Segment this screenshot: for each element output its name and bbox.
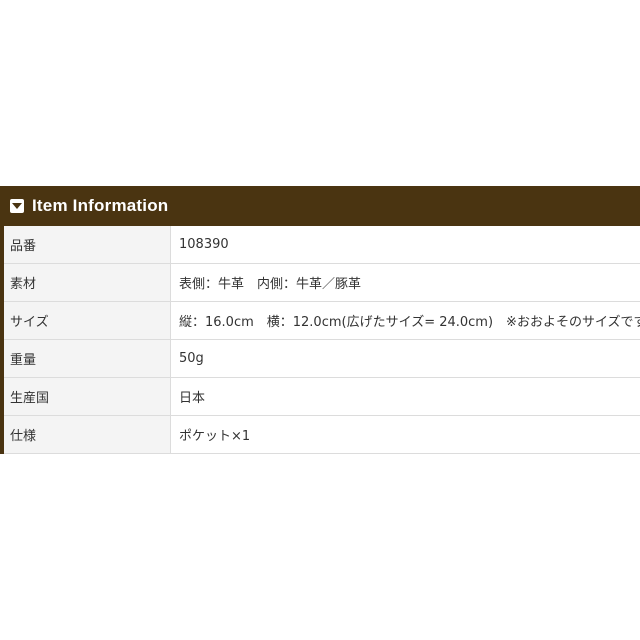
- section-header: Item Information: [4, 186, 640, 226]
- triangle-down-icon: [10, 199, 24, 213]
- table-row: サイズ 縦：16.0cm 横：12.0cm(広げたサイズ= 24.0cm) ※お…: [4, 301, 640, 340]
- row-value-size: 縦：16.0cm 横：12.0cm(広げたサイズ= 24.0cm) ※おおよその…: [170, 301, 640, 340]
- table-row: 仕様 ポケット×1: [4, 415, 640, 454]
- row-label-country: 生産国: [4, 377, 171, 416]
- row-value-country: 日本: [170, 377, 640, 416]
- row-label-weight: 重量: [4, 339, 171, 378]
- spec-table: 品番 108390 素材 表側：牛革 内側：牛革／豚革 サイズ 縦：16.0cm…: [4, 226, 640, 454]
- row-value-specification: ポケット×1: [170, 415, 640, 454]
- page: Item Information 品番 108390 素材 表側：牛革 内側：牛…: [0, 0, 640, 640]
- table-row: 品番 108390: [4, 226, 640, 264]
- section-title: Item Information: [32, 196, 169, 215]
- item-information-section: Item Information 品番 108390 素材 表側：牛革 内側：牛…: [0, 186, 640, 454]
- row-label-material: 素材: [4, 263, 171, 302]
- table-row: 重量 50g: [4, 339, 640, 378]
- row-value-weight: 50g: [170, 339, 640, 378]
- table-row: 生産国 日本: [4, 377, 640, 416]
- row-label-size: サイズ: [4, 301, 171, 340]
- table-row: 素材 表側：牛革 内側：牛革／豚革: [4, 263, 640, 302]
- row-value-material: 表側：牛革 内側：牛革／豚革: [170, 263, 640, 302]
- row-label-part-number: 品番: [4, 226, 171, 264]
- row-value-part-number: 108390: [170, 226, 640, 264]
- row-label-specification: 仕様: [4, 415, 171, 454]
